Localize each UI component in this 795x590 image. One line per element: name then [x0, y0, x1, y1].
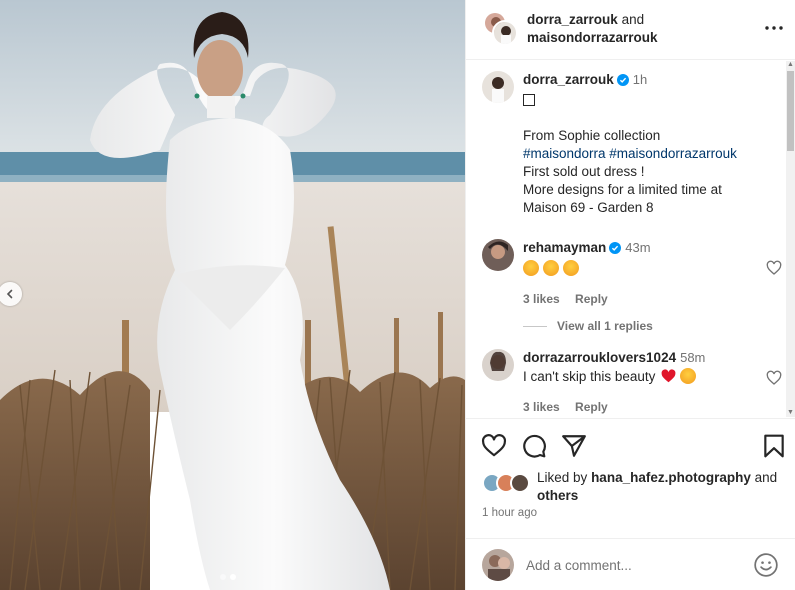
white-heart-icon — [523, 94, 535, 106]
caption-hashtags[interactable]: #maisondorra #maisondorrazarrouk — [523, 145, 763, 163]
comment-meta: 3 likes Reply — [523, 400, 763, 414]
header-usernames: dorra_zarrouk and maisondorrazarrouk — [527, 11, 658, 47]
comment-likes[interactable]: 3 likes — [523, 400, 560, 414]
star-struck-emoji-icon — [562, 260, 579, 276]
comment-item: rehamayman 43m 3 likes Reply — [466, 239, 786, 306]
comment-text — [523, 260, 763, 278]
heart-icon[interactable] — [481, 433, 507, 459]
chevron-left-icon — [6, 289, 13, 299]
liked-by-text: Liked by hana_hafez.photography and othe… — [537, 469, 787, 505]
verified-badge-icon — [616, 73, 629, 91]
slide-dot-active — [230, 574, 236, 580]
smiley-icon[interactable] — [753, 552, 779, 578]
comment-text-label: I can't skip this beauty — [523, 369, 656, 384]
liked-by: Liked by hana_hafez.photography and othe… — [482, 469, 792, 503]
red-heart-icon — [661, 369, 676, 383]
liked-by-user[interactable]: hana_hafez.photography — [591, 470, 751, 485]
comment-composer — [466, 538, 795, 590]
collab-avatars[interactable] — [483, 11, 518, 46]
avatar[interactable] — [492, 20, 518, 46]
header-username-2[interactable]: maisondorrazarrouk — [527, 30, 658, 45]
post-actions: Liked by hana_hafez.photography and othe… — [466, 418, 795, 538]
comment-text: I can't skip this beauty — [523, 368, 763, 386]
avatar[interactable] — [510, 473, 530, 493]
avatar[interactable] — [482, 239, 514, 271]
view-replies-label: View all 1 replies — [557, 319, 653, 333]
header-username-1[interactable]: dorra_zarrouk — [527, 12, 618, 27]
comment-like-heart-icon[interactable] — [766, 370, 782, 386]
post-photo — [0, 0, 465, 590]
send-icon[interactable] — [561, 433, 587, 459]
comment-input[interactable] — [526, 553, 746, 577]
comment-likes[interactable]: 3 likes — [523, 292, 560, 306]
scrollbar-thumb[interactable] — [787, 71, 794, 151]
scroll-up-arrow-icon[interactable]: ▲ — [787, 61, 794, 69]
caption-line: From Sophie collection — [523, 128, 661, 143]
avatar[interactable] — [482, 349, 514, 381]
liked-by-others[interactable]: others — [537, 488, 578, 503]
comment-item: dorrazarrouklovers1024 58m I can't skip t… — [466, 349, 786, 414]
scroll-down-arrow-icon[interactable]: ▼ — [787, 409, 794, 417]
comment-time[interactable]: 58m — [680, 350, 705, 365]
caption-line: More designs for a limited time at — [523, 182, 722, 197]
avatar[interactable] — [482, 71, 514, 103]
comments-scroll-area[interactable]: dorra_zarrouk 1h From Sophie collection #… — [466, 61, 795, 417]
comment-icon[interactable] — [521, 433, 547, 459]
header-and: and — [621, 12, 645, 27]
liked-by-prefix: Liked by — [537, 470, 588, 485]
caption-line: Maison 69 - Garden 8 — [523, 200, 654, 215]
star-struck-emoji-icon — [679, 368, 696, 384]
bookmark-icon[interactable] — [761, 433, 787, 459]
more-horizontal-icon — [765, 26, 783, 30]
reply-button[interactable]: Reply — [575, 292, 608, 306]
star-struck-emoji-icon — [542, 260, 559, 276]
caption-username[interactable]: dorra_zarrouk — [523, 72, 614, 87]
comment-meta: 3 likes Reply — [523, 292, 763, 306]
caption-emoji — [523, 93, 763, 111]
verified-badge-icon — [609, 241, 622, 259]
post-media[interactable] — [0, 0, 465, 590]
post-panel: dorra_zarrouk and maisondorrazarrouk dor… — [465, 0, 795, 590]
slide-dot — [220, 574, 226, 580]
liker-avatars[interactable] — [482, 473, 534, 493]
reply-button[interactable]: Reply — [575, 400, 608, 414]
caption-time[interactable]: 1h — [633, 72, 647, 87]
comment-username[interactable]: rehamayman — [523, 240, 606, 255]
liked-by-and: and — [754, 470, 778, 485]
slide-indicator — [220, 574, 236, 580]
post-timestamp[interactable]: 1 hour ago — [482, 507, 537, 519]
more-options-button[interactable] — [762, 16, 786, 40]
comments-scrollbar[interactable]: ▲ ▼ — [786, 61, 795, 417]
avatar — [482, 549, 514, 581]
comment-username[interactable]: dorrazarrouklovers1024 — [523, 350, 676, 365]
star-struck-emoji-icon — [523, 260, 539, 276]
replies-divider — [523, 325, 547, 327]
view-replies-button[interactable]: View all 1 replies — [523, 319, 653, 333]
post-header: dorra_zarrouk and maisondorrazarrouk — [466, 0, 795, 60]
caption-line: First sold out dress ! — [523, 164, 645, 179]
comment-like-heart-icon[interactable] — [766, 260, 782, 276]
comment-time[interactable]: 43m — [625, 240, 650, 255]
